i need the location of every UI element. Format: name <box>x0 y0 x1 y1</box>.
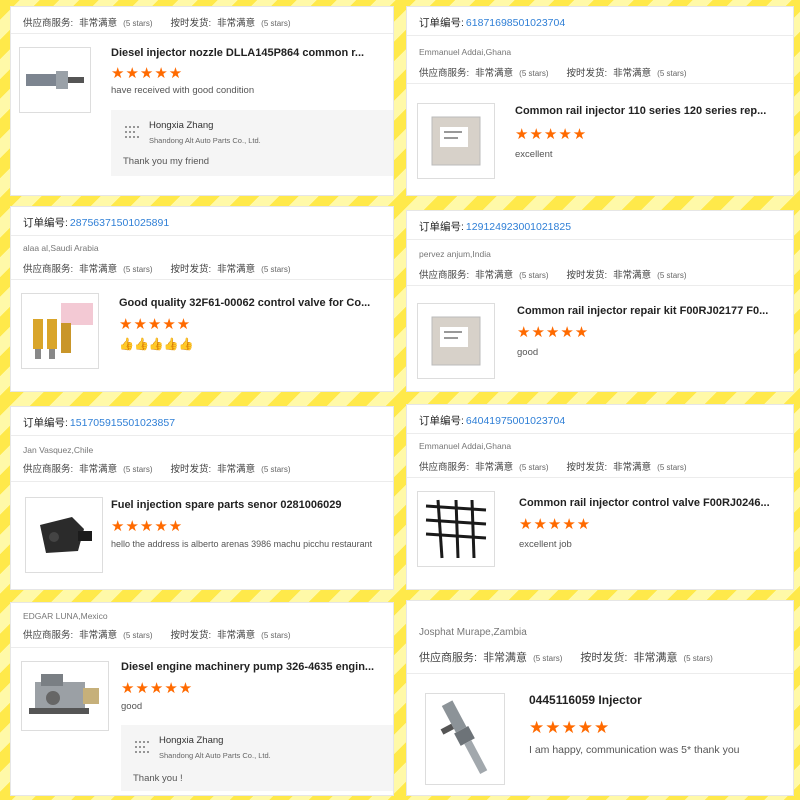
order-number: 订单编号: 151705915501023857 <box>23 417 176 429</box>
review-card-6: 订单编号: 64041975001023704 Emmanuel Addai,Gh… <box>406 404 794 590</box>
review-comment: excellent <box>515 149 553 160</box>
review-comment: I am happy, communication was 5* thank y… <box>529 744 740 756</box>
review-card-3: 订单编号: 28756371501025891 alaa al,Saudi Ara… <box>10 206 394 392</box>
review-comment: excellent job <box>519 539 572 550</box>
reply-text: Thank you ! <box>133 773 183 784</box>
seller-company: Shandong Alt Auto Parts Co., Ltd. <box>159 751 271 760</box>
seller-logo-icon <box>135 741 151 753</box>
order-number: 订单编号: 61871698501023704 <box>419 17 566 29</box>
product-title[interactable]: Good quality 32F61-00062 control valve f… <box>119 297 387 309</box>
product-title[interactable]: 0445116059 Injector <box>529 693 785 707</box>
seller-logo-icon <box>125 126 141 138</box>
order-number: 订单编号: 64041975001023704 <box>419 415 566 427</box>
rating-row: 供应商服务: 非常满意 (5 stars) 按时发货: 非常满意 (5 stars) <box>419 270 687 281</box>
star-rating: ★★★★★ <box>119 316 192 333</box>
rating-row: 供应商服务: 非常满意 (5 stars) 按时发货: 非常满意 (5 stars) <box>23 18 291 29</box>
seller-name: Hongxia Zhang <box>159 735 224 746</box>
review-comment: have received with good condition <box>111 85 255 96</box>
star-rating: ★★★★★ <box>111 518 184 535</box>
star-rating: ★★★★★ <box>529 718 611 737</box>
review-comment: hello the address is alberto arenas 3986… <box>111 539 373 549</box>
rating-row: 供应商服务: 非常满意 (5 stars) 按时发货: 非常满意 (5 stars) <box>419 652 713 664</box>
product-image[interactable] <box>417 303 495 379</box>
product-image[interactable] <box>25 497 103 573</box>
review-card-7: EDGAR LUNA,Mexico 供应商服务: 非常满意 (5 stars) 按时发… <box>10 602 394 796</box>
star-rating: ★★★★★ <box>515 126 588 143</box>
buyer-name: alaa al,Saudi Arabia <box>23 243 99 253</box>
review-card-8: Josphat Murape,Zambia 供应商服务: 非常满意 (5 stars… <box>406 600 794 796</box>
buyer-name: Josphat Murape,Zambia <box>419 627 527 638</box>
product-image[interactable] <box>417 491 495 567</box>
product-image[interactable] <box>21 661 109 731</box>
product-title[interactable]: Common rail injector control valve F00RJ… <box>519 497 785 509</box>
rating-row: 供应商服务: 非常满意 (5 stars) 按时发货: 非常满意 (5 stars) <box>23 630 291 641</box>
review-comment: good <box>517 347 539 358</box>
review-card-5: 订单编号: 151705915501023857 Jan Vasquez,Chil… <box>10 406 394 590</box>
rating-row: 供应商服务: 非常满意 (5 stars) 按时发货: 非常满意 (5 stars) <box>23 464 291 475</box>
review-comment: 👍👍👍👍👍 <box>119 337 194 351</box>
buyer-name: Emmanuel Addai,Ghana <box>419 47 512 57</box>
seller-company: Shandong Alt Auto Parts Co., Ltd. <box>149 136 261 145</box>
rating-row: 供应商服务: 非常满意 (5 stars) 按时发货: 非常满意 (5 stars) <box>419 462 687 473</box>
buyer-name: Emmanuel Addai,Ghana <box>419 441 512 451</box>
product-title[interactable]: Diesel injector nozzle DLLA145P864 commo… <box>111 47 381 59</box>
star-rating: ★★★★★ <box>111 65 184 82</box>
review-card-4: 订单编号: 129124923001021825 pervez anjum,Ind… <box>406 210 794 392</box>
reply-text: Thank you my friend <box>123 156 210 167</box>
product-title[interactable]: Common rail injector repair kit F00RJ021… <box>517 305 785 317</box>
product-image[interactable] <box>21 293 99 369</box>
product-image[interactable] <box>19 47 91 113</box>
rating-row: 供应商服务: 非常满意 (5 stars) 按时发货: 非常满意 (5 stars) <box>23 264 291 275</box>
rating-row: 供应商服务: 非常满意 (5 stars) 按时发货: 非常满意 (5 stars) <box>419 68 687 79</box>
review-card-2: 订单编号: 61871698501023704 Emmanuel Addai,Gh… <box>406 6 794 196</box>
review-card-1: 供应商服务: 非常满意 (5 stars) 按时发货: 非常满意 (5 stars) Di… <box>10 6 394 196</box>
buyer-name: pervez anjum,India <box>419 249 491 259</box>
product-image[interactable] <box>417 103 495 179</box>
star-rating: ★★★★★ <box>517 324 590 341</box>
product-title[interactable]: Common rail injector 110 series 120 seri… <box>515 105 785 117</box>
product-title[interactable]: Diesel engine machinery pump 326-4635 en… <box>121 661 389 673</box>
seller-name: Hongxia Zhang <box>149 120 214 131</box>
star-rating: ★★★★★ <box>121 680 194 697</box>
order-number: 订单编号: 28756371501025891 <box>23 217 170 229</box>
buyer-name: EDGAR LUNA,Mexico <box>23 611 108 621</box>
seller-reply: Hongxia Zhang Shandong Alt Auto Parts Co… <box>111 110 393 176</box>
review-comment: good <box>121 701 143 712</box>
product-image[interactable] <box>425 693 505 785</box>
order-number: 订单编号: 129124923001021825 <box>419 221 572 233</box>
star-rating: ★★★★★ <box>519 516 592 533</box>
seller-reply: Hongxia Zhang Shandong Alt Auto Parts Co… <box>121 725 393 791</box>
buyer-name: Jan Vasquez,Chile <box>23 445 94 455</box>
product-title[interactable]: Fuel injection spare parts senor 0281006… <box>111 499 387 511</box>
